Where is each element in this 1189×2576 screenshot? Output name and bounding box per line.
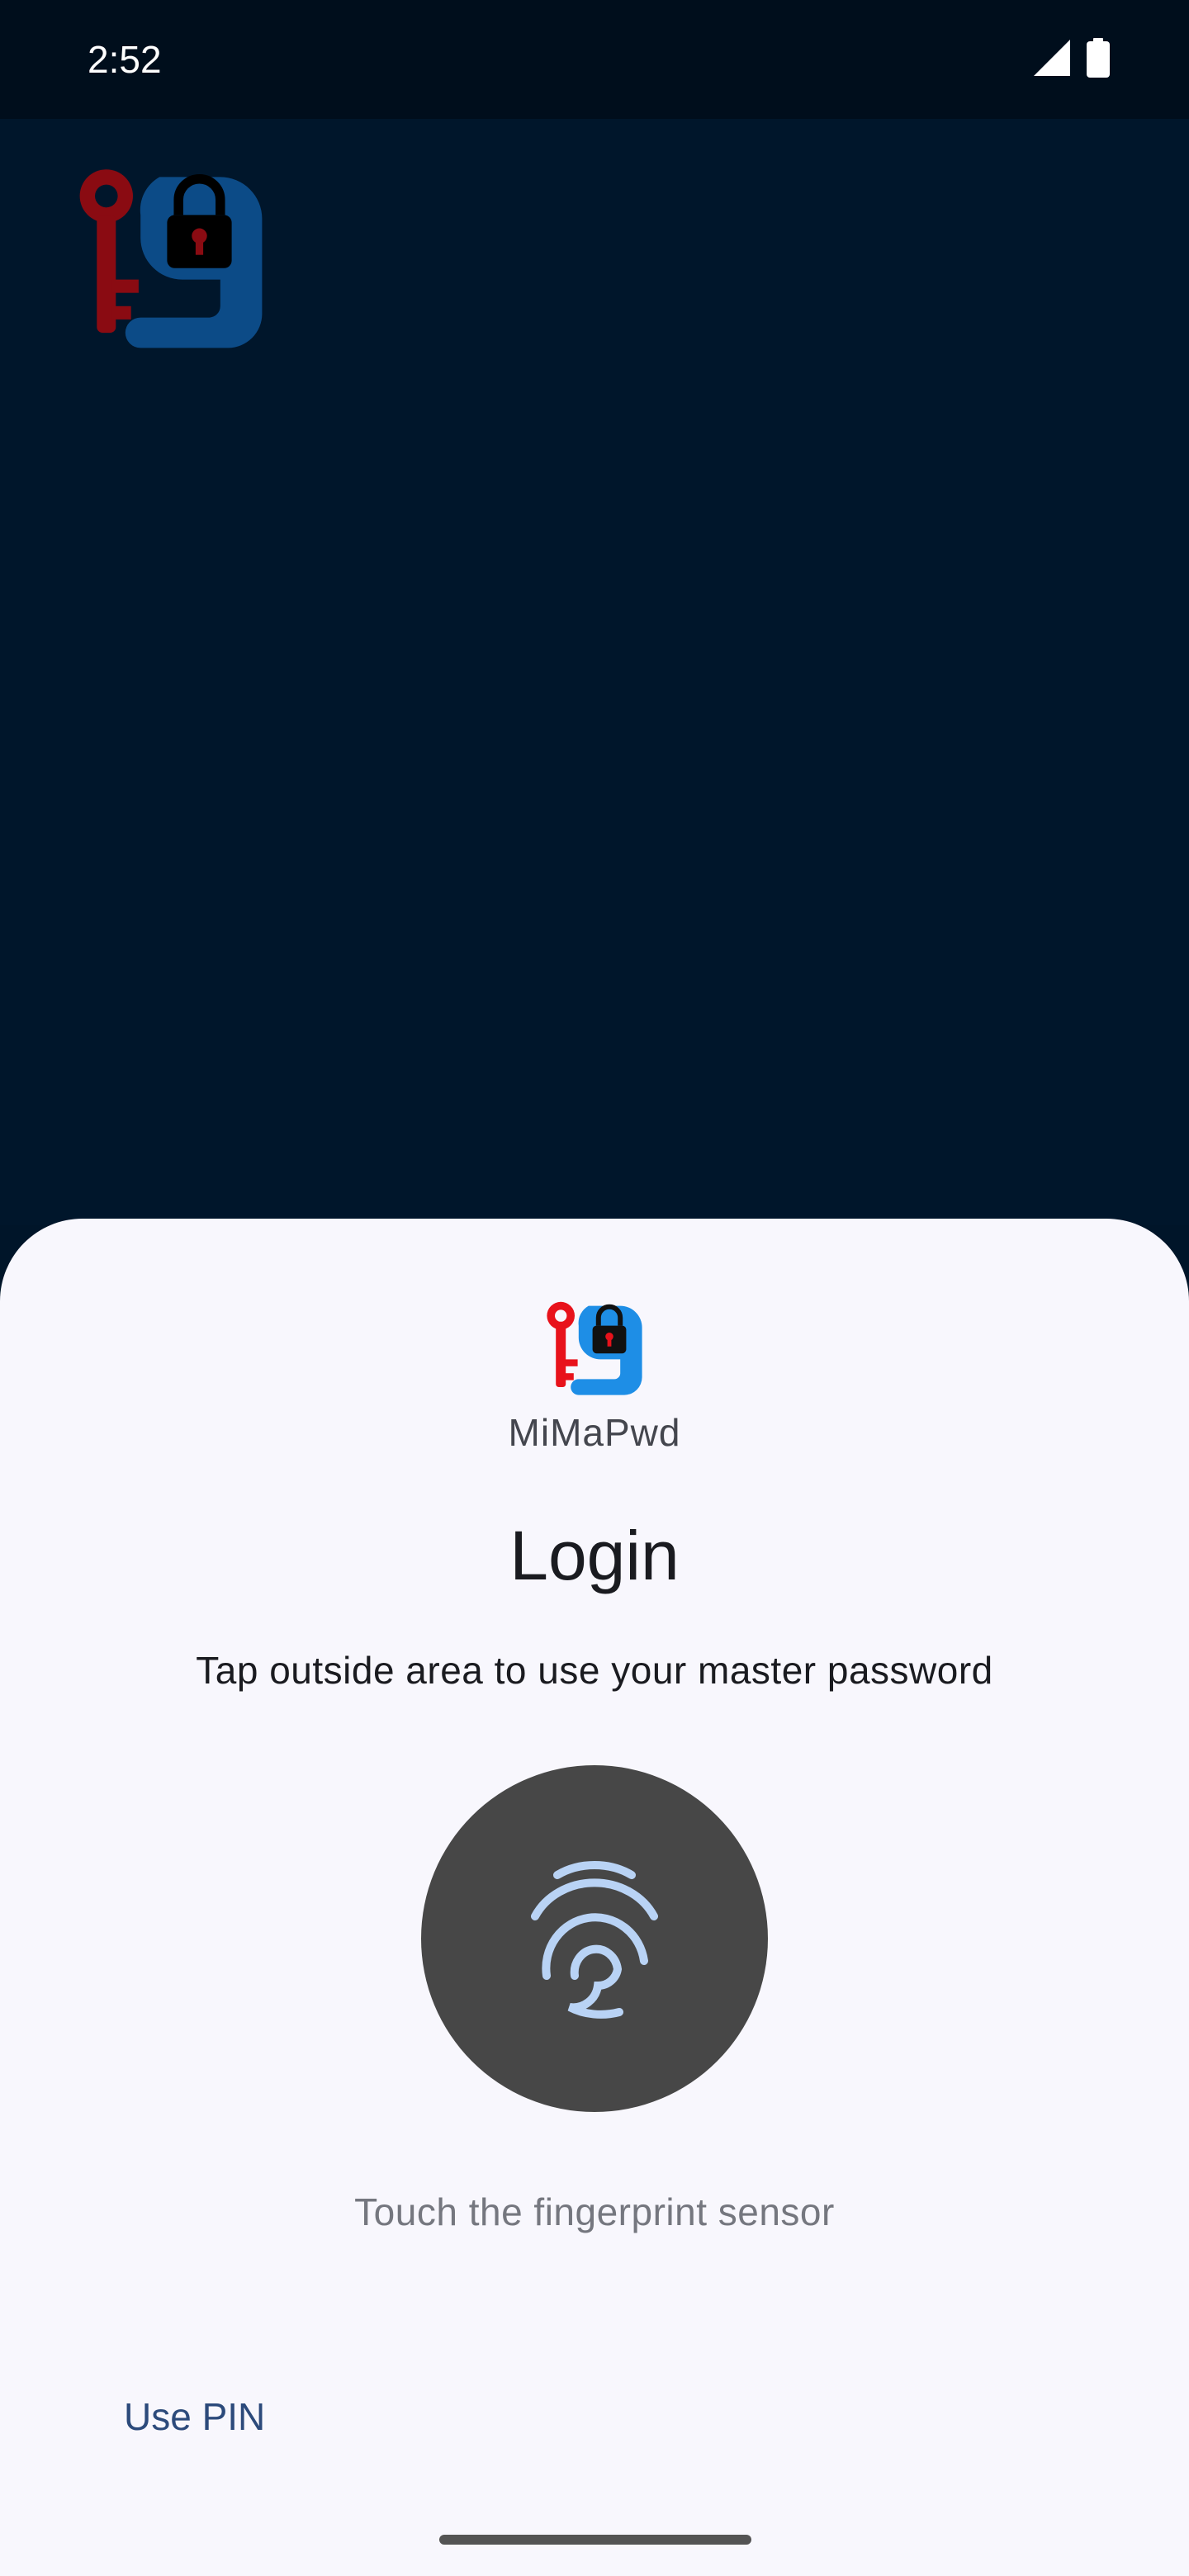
app-name: MiMaPwd <box>508 1411 681 1454</box>
fingerprint-hint: Touch the fingerprint sensor <box>354 2190 835 2233</box>
status-bar: 2:52 <box>0 0 1189 119</box>
home-indicator[interactable] <box>439 2535 751 2545</box>
app-logo-icon <box>547 1301 642 1395</box>
fingerprint-button[interactable] <box>421 1765 768 2112</box>
prompt-subtitle: Tap outside area to use your master pass… <box>196 1649 993 1692</box>
status-time: 2:52 <box>88 38 162 81</box>
app-logo-icon <box>79 169 263 348</box>
use-pin-button[interactable]: Use PIN <box>124 2391 265 2442</box>
battery-icon <box>1087 38 1110 78</box>
signal-icon <box>1034 40 1070 76</box>
fingerprint-icon <box>531 1861 658 2019</box>
biometric-prompt-sheet: MiMaPwd Login Tap outside area to use yo… <box>0 1219 1189 2576</box>
prompt-title: Login <box>509 1517 680 1594</box>
status-icons <box>1034 38 1110 78</box>
